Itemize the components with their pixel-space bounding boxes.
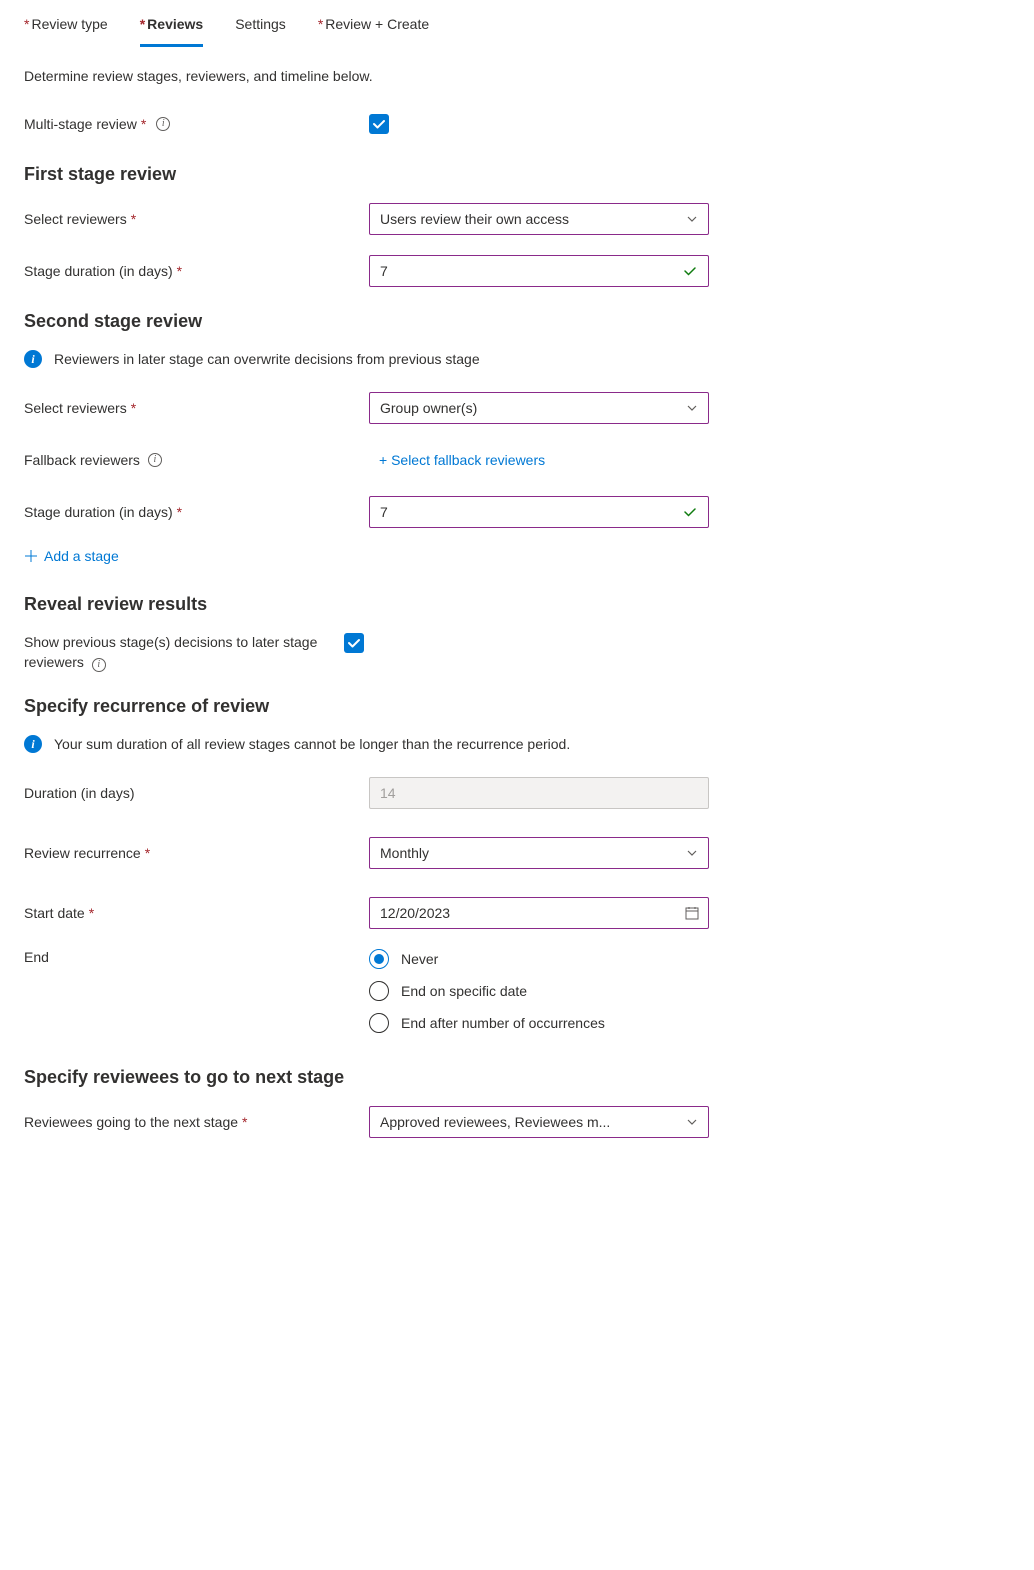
tab-bar: *Review type *Reviews Settings *Review +… xyxy=(0,0,1034,48)
tab-settings[interactable]: Settings xyxy=(235,16,286,47)
tab-reviews[interactable]: *Reviews xyxy=(140,16,204,47)
required-star: * xyxy=(141,116,146,132)
start-date-input[interactable]: 12/20/2023 xyxy=(369,897,709,929)
first-select-reviewers-dropdown[interactable]: Users review their own access xyxy=(369,203,709,235)
first-duration-input[interactable]: 7 xyxy=(369,255,709,287)
second-select-reviewers-label: Select reviewers xyxy=(24,400,127,416)
add-stage-button[interactable]: Add a stage xyxy=(24,548,119,564)
second-duration-label: Stage duration (in days) xyxy=(24,504,173,520)
input-value: 7 xyxy=(380,504,388,520)
first-stage-heading: First stage review xyxy=(24,164,1010,185)
info-icon[interactable]: i xyxy=(92,658,106,672)
radio-label: End on specific date xyxy=(401,983,527,999)
multi-stage-label: Multi-stage review xyxy=(24,116,137,132)
required-star: * xyxy=(24,16,29,32)
review-recurrence-dropdown[interactable]: Monthly xyxy=(369,837,709,869)
info-badge-icon: i xyxy=(24,350,42,368)
recurrence-info: Your sum duration of all review stages c… xyxy=(54,736,570,752)
second-select-reviewers-dropdown[interactable]: Group owner(s) xyxy=(369,392,709,424)
end-option-occurrences[interactable]: End after number of occurrences xyxy=(369,1013,709,1033)
info-icon[interactable]: i xyxy=(156,117,170,131)
input-value: 7 xyxy=(380,263,388,279)
required-star: * xyxy=(242,1114,247,1130)
reveal-heading: Reveal review results xyxy=(24,594,1010,615)
radio-label: Never xyxy=(401,951,438,967)
reviewees-next-stage-label: Reviewees going to the next stage xyxy=(24,1114,238,1130)
required-star: * xyxy=(145,845,150,861)
calendar-icon xyxy=(684,905,700,921)
tab-review-type[interactable]: *Review type xyxy=(24,16,108,47)
radio-icon xyxy=(369,949,389,969)
reveal-checkbox[interactable] xyxy=(344,633,364,653)
valid-check-icon xyxy=(682,263,698,279)
fallback-reviewers-label: Fallback reviewers xyxy=(24,452,140,468)
first-duration-label: Stage duration (in days) xyxy=(24,263,173,279)
start-date-label: Start date xyxy=(24,905,85,921)
required-star: * xyxy=(177,504,182,520)
review-recurrence-label: Review recurrence xyxy=(24,845,141,861)
next-stage-heading: Specify reviewees to go to next stage xyxy=(24,1067,1010,1088)
input-value: 12/20/2023 xyxy=(380,905,450,921)
duration-input: 14 xyxy=(369,777,709,809)
end-option-specific[interactable]: End on specific date xyxy=(369,981,709,1001)
plus-icon xyxy=(24,549,38,563)
required-star: * xyxy=(177,263,182,279)
dropdown-value: Users review their own access xyxy=(380,211,569,227)
dropdown-value: Group owner(s) xyxy=(380,400,477,416)
add-stage-label: Add a stage xyxy=(44,548,119,564)
duration-label: Duration (in days) xyxy=(24,785,135,801)
info-icon[interactable]: i xyxy=(148,453,162,467)
reveal-label: Show previous stage(s) decisions to late… xyxy=(24,634,317,670)
end-radio-group: Never End on specific date End after num… xyxy=(369,949,709,1033)
info-badge-icon: i xyxy=(24,735,42,753)
chevron-down-icon xyxy=(686,847,698,859)
multi-stage-checkbox[interactable] xyxy=(369,114,389,134)
dropdown-value: Approved reviewees, Reviewees m... xyxy=(380,1114,610,1130)
end-option-never[interactable]: Never xyxy=(369,949,709,969)
check-icon xyxy=(372,117,386,131)
required-star: * xyxy=(89,905,94,921)
required-star: * xyxy=(131,211,136,227)
end-label: End xyxy=(24,949,49,965)
input-value: 14 xyxy=(380,785,396,801)
check-icon xyxy=(347,636,361,650)
tab-review-create[interactable]: *Review + Create xyxy=(318,16,429,47)
first-select-reviewers-label: Select reviewers xyxy=(24,211,127,227)
radio-icon xyxy=(369,981,389,1001)
chevron-down-icon xyxy=(686,402,698,414)
second-duration-input[interactable]: 7 xyxy=(369,496,709,528)
dropdown-value: Monthly xyxy=(380,845,429,861)
valid-check-icon xyxy=(682,504,698,520)
required-star: * xyxy=(131,400,136,416)
intro-text: Determine review stages, reviewers, and … xyxy=(24,68,1010,84)
select-fallback-link[interactable]: + Select fallback reviewers xyxy=(379,452,545,468)
second-stage-heading: Second stage review xyxy=(24,311,1010,332)
radio-label: End after number of occurrences xyxy=(401,1015,605,1031)
reviewees-next-stage-dropdown[interactable]: Approved reviewees, Reviewees m... xyxy=(369,1106,709,1138)
radio-icon xyxy=(369,1013,389,1033)
chevron-down-icon xyxy=(686,1116,698,1128)
required-star: * xyxy=(140,16,145,32)
chevron-down-icon xyxy=(686,213,698,225)
required-star: * xyxy=(318,16,323,32)
recurrence-heading: Specify recurrence of review xyxy=(24,696,1010,717)
second-stage-info: Reviewers in later stage can overwrite d… xyxy=(54,351,480,367)
